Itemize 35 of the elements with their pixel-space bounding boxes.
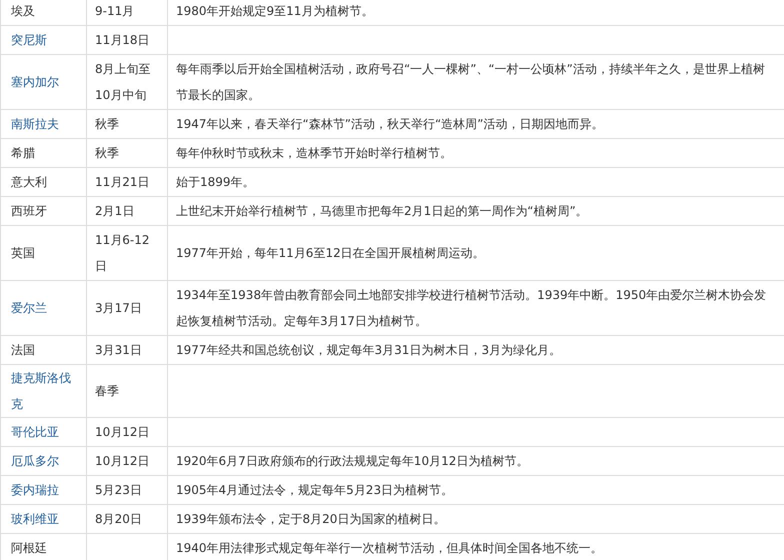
date-text: 春季 xyxy=(95,384,119,398)
date-text: 9-11月 xyxy=(95,4,134,18)
date-text: 5月23日 xyxy=(95,483,142,497)
date-text: 秋季 xyxy=(95,117,119,131)
date-text: 10月12日 xyxy=(95,425,150,439)
date-text: 8月20日 xyxy=(95,512,142,526)
description-text: 1980年开始规定9至11月为植树节。 xyxy=(176,4,374,18)
description-text: 每年仲秋时节或秋末，造林季节开始时举行植树节。 xyxy=(176,146,452,160)
description-text: 1934年至1938年曾由教育部会同土地部安排学校进行植树节活动。1939年中断。1950年由爱尔兰树木协会发起恢复植树节活动。定每年3月17日为植树节。 xyxy=(176,288,766,328)
date-text: 2月1日 xyxy=(95,204,134,218)
date-text: 11月6-12日 xyxy=(95,233,150,273)
description-text: 上世纪末开始举行植树节，马德里市把每年2月1日起的第一周作为“植树周”。 xyxy=(176,204,588,218)
description-text: 1920年6月7日政府颁布的行政法规规定每年10月12日为植树节。 xyxy=(176,454,528,468)
date-text: 秋季 xyxy=(95,146,119,160)
country-name: 埃及 xyxy=(11,4,35,18)
date-text: 10月12日 xyxy=(95,454,150,468)
date-text: 11月18日 xyxy=(95,33,150,47)
country-name: 意大利 xyxy=(11,175,47,189)
date-text: 11月21日 xyxy=(95,175,150,189)
description-text: 1940年用法律形式规定每年举行一次植树节活动，但具体时间全国各地不统一。 xyxy=(176,541,603,555)
description-text: 1977年开始，每年11月6至12日在全国开展植树周运动。 xyxy=(176,246,485,260)
description-text: 1905年4月通过法令，规定每年5月23日为植树节。 xyxy=(176,483,454,497)
country-name: 西班牙 xyxy=(11,204,47,218)
country-name: 法国 xyxy=(11,343,35,357)
date-text: 3月17日 xyxy=(95,301,142,315)
country-name: 英国 xyxy=(11,246,35,260)
date-text: 8月上旬至10月中旬 xyxy=(95,62,151,102)
date-text: 3月31日 xyxy=(95,343,142,357)
description-text: 1939年颁布法令，定于8月20日为国家的植树日。 xyxy=(176,512,446,526)
description-text: 1977年经共和国总统创议，规定每年3月31日为树木日，3月为绿化月。 xyxy=(176,343,562,357)
description-text: 始于1899年。 xyxy=(176,175,255,189)
country-name: 阿根廷 xyxy=(11,541,47,555)
description-text: 每年雨季以后开始全国植树活动，政府号召“一人一棵树”、“一村一公顷林”活动，持续半年之久，是世界上植树节最长的国家。 xyxy=(176,62,765,102)
country-name: 希腊 xyxy=(11,146,35,160)
description-text: 1947年以来，春天举行“森林节”活动，秋天举行“造林周”活动，日期因地而异。 xyxy=(176,117,604,131)
